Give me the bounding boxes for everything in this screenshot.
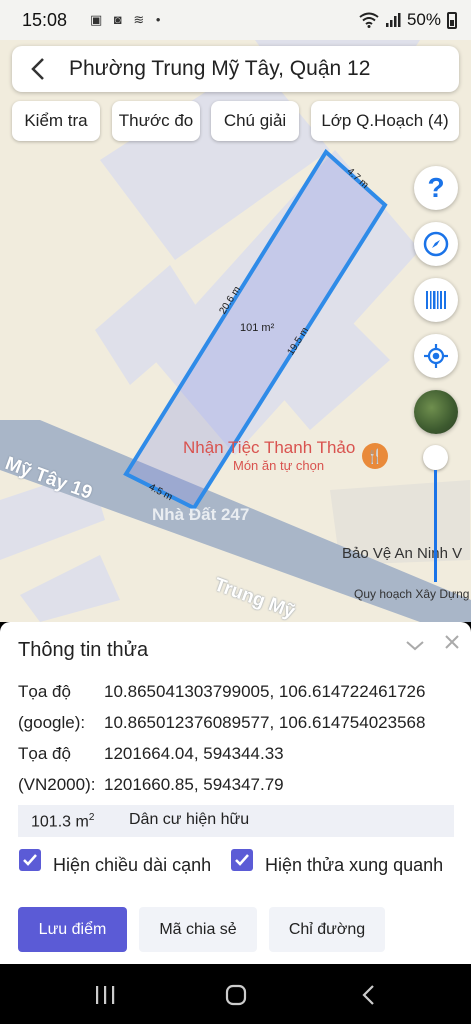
battery-icon bbox=[447, 11, 457, 29]
parcel-area-label: 101 m² bbox=[240, 322, 275, 334]
close-icon[interactable] bbox=[442, 632, 462, 652]
show-neighbors-checkbox[interactable] bbox=[231, 849, 253, 871]
checkmark-icon bbox=[23, 854, 37, 866]
land-use-type: Dân cư hiện hữu bbox=[129, 811, 250, 828]
barcode-icon bbox=[426, 291, 446, 309]
coord-value: 1201664.04, 594344.33 bbox=[104, 744, 284, 763]
chevron-down-icon[interactable] bbox=[404, 634, 426, 656]
show-edge-length-label[interactable]: Hiện chiều dài cạnh bbox=[53, 855, 211, 876]
parcel-info-sheet: Thông tin thửa Tọa độ 10.865041303799005… bbox=[0, 622, 471, 964]
planning-opacity-slider-knob[interactable] bbox=[423, 445, 448, 470]
wifi-icon bbox=[359, 12, 379, 28]
barcode-button[interactable] bbox=[414, 278, 458, 322]
location-title: Phường Trung Mỹ Tây, Quận 12 bbox=[69, 57, 371, 80]
directions-button[interactable]: Chỉ đường bbox=[269, 907, 385, 952]
notification-icons: ▣ ◙ ≋ • bbox=[90, 12, 165, 27]
slider-label: Quy hoạch Xây Dựng bbox=[354, 587, 470, 601]
home-icon[interactable] bbox=[225, 984, 247, 1006]
system-nav-bar bbox=[0, 964, 471, 1024]
coord-value: 10.865012376089577, 106.614754023568 bbox=[104, 713, 426, 732]
coord-label: (google): bbox=[18, 713, 86, 732]
area-value: 101.3 m2 bbox=[31, 812, 95, 831]
show-edge-length-checkbox[interactable] bbox=[19, 849, 41, 871]
sheet-title: Thông tin thửa bbox=[18, 639, 149, 661]
recents-icon[interactable] bbox=[94, 985, 116, 1005]
map-building bbox=[20, 555, 120, 622]
compass-icon bbox=[423, 231, 449, 257]
compass-button[interactable] bbox=[414, 222, 458, 266]
poi-subtitle: Món ăn tự chọn bbox=[233, 458, 325, 473]
place-label: Bảo Vệ An Ninh V bbox=[342, 545, 463, 562]
back-icon[interactable] bbox=[26, 56, 52, 82]
cell-signal-icon bbox=[385, 13, 401, 27]
area-row: 101.3 m2 Dân cư hiện hữu bbox=[18, 805, 454, 837]
chip-check[interactable]: Kiểm tra bbox=[12, 101, 100, 141]
locate-button[interactable] bbox=[414, 334, 458, 378]
checkmark-icon bbox=[235, 854, 249, 866]
status-right: 50% bbox=[359, 10, 457, 30]
coord-label: Tọa độ bbox=[18, 744, 71, 763]
satellite-layer-button[interactable] bbox=[414, 390, 458, 434]
status-time: 15:08 bbox=[22, 10, 68, 30]
chip-legend[interactable]: Chú giải bbox=[211, 101, 299, 141]
coord-value: 1201660.85, 594347.79 bbox=[104, 775, 284, 794]
status-bar: 15:08 ▣ ◙ ≋ • 50% bbox=[0, 0, 471, 40]
coord-label: Tọa độ bbox=[18, 682, 71, 701]
planning-opacity-slider[interactable] bbox=[434, 470, 437, 582]
show-neighbors-label[interactable]: Hiện thửa xung quanh bbox=[265, 855, 443, 876]
coord-label: (VN2000): bbox=[18, 775, 96, 794]
search-bar[interactable]: Phường Trung Mỹ Tây, Quận 12 bbox=[12, 46, 459, 92]
watermark: Nhà Đất 247 bbox=[152, 505, 250, 524]
back-nav-icon[interactable] bbox=[360, 984, 376, 1006]
share-code-button[interactable]: Mã chia sẻ bbox=[139, 907, 257, 952]
save-point-button[interactable]: Lưu điểm bbox=[18, 907, 127, 952]
chip-ruler[interactable]: Thước đo bbox=[112, 101, 200, 141]
coord-value: 10.865041303799005, 106.614722461726 bbox=[104, 682, 426, 701]
help-icon: ? bbox=[427, 172, 445, 203]
poi-name[interactable]: Nhận Tiệc Thanh Thảo bbox=[183, 438, 355, 458]
chip-planning-layers[interactable]: Lớp Q.Hoạch (4) bbox=[311, 101, 459, 141]
battery-percent: 50% bbox=[406, 10, 441, 29]
help-button[interactable]: ? bbox=[414, 166, 458, 210]
restaurant-icon[interactable]: 🍴 bbox=[362, 443, 388, 469]
crosshair-icon bbox=[424, 344, 448, 368]
